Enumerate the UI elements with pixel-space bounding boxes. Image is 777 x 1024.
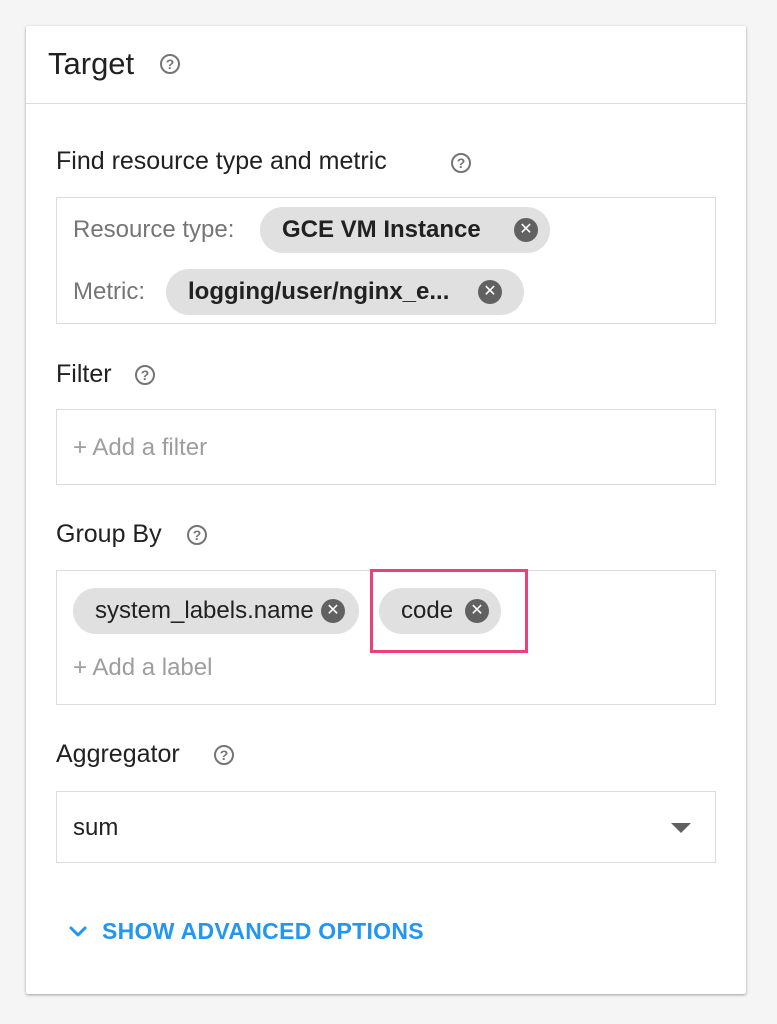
help-circle-icon[interactable]: ? bbox=[160, 54, 180, 74]
aggregator-select[interactable]: sum bbox=[56, 791, 716, 863]
panel-header: Target ? bbox=[26, 26, 746, 104]
resource-type-chip[interactable]: GCE VM Instance ✕ bbox=[260, 207, 550, 253]
resource-type-label: Resource type: bbox=[73, 216, 235, 243]
chevron-down-icon bbox=[69, 926, 87, 937]
panel-title: Target bbox=[48, 46, 135, 81]
group-by-label: Group By bbox=[56, 520, 162, 548]
close-icon[interactable]: ✕ bbox=[321, 599, 345, 623]
metric-value: logging/user/nginx_e... bbox=[188, 278, 450, 305]
aggregator-label: Aggregator bbox=[56, 740, 180, 768]
filter-input[interactable]: + Add a filter bbox=[56, 409, 716, 485]
dropdown-arrow-icon[interactable] bbox=[671, 823, 691, 833]
filter-placeholder: + Add a filter bbox=[73, 434, 208, 461]
aggregator-value: sum bbox=[73, 814, 119, 841]
show-advanced-options-label: SHOW ADVANCED OPTIONS bbox=[102, 918, 424, 944]
group-by-chip-label: system_labels.name bbox=[95, 597, 314, 624]
close-icon[interactable]: ✕ bbox=[478, 280, 502, 304]
metric-chip[interactable]: logging/user/nginx_e... ✕ bbox=[166, 269, 524, 315]
group-by-chip[interactable]: system_labels.name ✕ bbox=[73, 588, 359, 634]
help-circle-icon[interactable]: ? bbox=[451, 153, 471, 173]
resource-metric-box[interactable]: Resource type: GCE VM Instance ✕ Metric:… bbox=[56, 197, 716, 324]
metric-label: Metric: bbox=[73, 278, 145, 305]
filter-label: Filter bbox=[56, 360, 112, 388]
group-by-placeholder: + Add a label bbox=[73, 654, 213, 681]
help-circle-icon[interactable]: ? bbox=[135, 365, 155, 385]
highlight-box bbox=[370, 569, 528, 653]
help-circle-icon[interactable]: ? bbox=[214, 745, 234, 765]
close-icon[interactable]: ✕ bbox=[514, 218, 538, 242]
help-circle-icon[interactable]: ? bbox=[187, 525, 207, 545]
target-panel: Target ? Find resource type and metric ?… bbox=[26, 26, 746, 994]
resource-metric-label: Find resource type and metric bbox=[56, 147, 387, 175]
resource-type-value: GCE VM Instance bbox=[282, 216, 481, 243]
